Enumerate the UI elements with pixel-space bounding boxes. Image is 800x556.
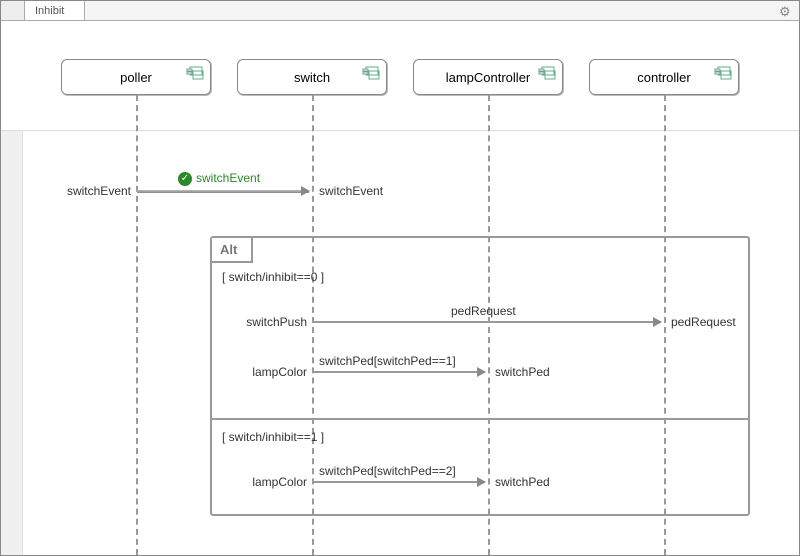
message-switchped1[interactable]: [313, 371, 485, 373]
lifeline-label: controller: [637, 70, 690, 85]
lifeline-poller[interactable]: [136, 95, 138, 555]
message-label-switchped1: switchPed[switchPed==1]: [319, 354, 456, 368]
message-label-switchped2: switchPed[switchPed==2]: [319, 464, 456, 478]
message-pedrequest[interactable]: [313, 321, 661, 323]
guard-1: [ switch/inhibit==1 ]: [222, 430, 324, 444]
tab-spacer: [1, 1, 25, 20]
lifeline-label: lampController: [446, 70, 531, 85]
slot-to-switchevent: switchEvent: [319, 184, 383, 198]
guard-0: [ switch/inhibit==0 ]: [222, 270, 324, 284]
lifeline-head-poller[interactable]: poller: [61, 59, 211, 95]
lifeline-head-controller[interactable]: controller: [589, 59, 739, 95]
lifeline-head-lampcontroller[interactable]: lampController: [413, 59, 563, 95]
slot-from-switchpush: switchPush: [239, 315, 307, 329]
message-switchped2[interactable]: [313, 481, 485, 483]
component-icon: [714, 66, 732, 80]
slot-from-lampcolor1: lampColor: [239, 365, 307, 379]
slot-from-switchevent: switchEvent: [56, 184, 131, 198]
slot-to-switchped2: switchPed: [495, 475, 550, 489]
tab-bar: Inhibit ⚙: [1, 1, 799, 21]
component-icon: [362, 66, 380, 80]
slot-from-lampcolor2: lampColor: [239, 475, 307, 489]
lifeline-label: switch: [294, 70, 330, 85]
lifeline-header-area: poller switch lampController controller: [1, 21, 799, 131]
tab-inhibit[interactable]: Inhibit: [25, 1, 85, 20]
alt-divider: [212, 418, 748, 420]
component-icon: [538, 66, 556, 80]
alt-label: Alt: [212, 238, 253, 263]
lifeline-head-switch[interactable]: switch: [237, 59, 387, 95]
slot-to-pedrequest: pedRequest: [671, 315, 736, 329]
diagram-canvas[interactable]: poller switch lampController controller: [1, 21, 799, 555]
message-label-pedrequest: pedRequest: [451, 304, 516, 318]
slot-to-switchped1: switchPed: [495, 365, 550, 379]
message-switchevent[interactable]: [137, 190, 309, 193]
tab-title: Inhibit: [35, 5, 64, 17]
component-icon: [186, 66, 204, 80]
check-icon: ✓: [178, 172, 192, 186]
message-label-switchevent: ✓switchEvent: [178, 171, 260, 186]
editor-window: Inhibit ⚙ poller switch lampController: [0, 0, 800, 556]
lifeline-label: poller: [120, 70, 152, 85]
scroll-gutter[interactable]: [1, 131, 23, 555]
gear-icon[interactable]: ⚙: [779, 4, 791, 16]
